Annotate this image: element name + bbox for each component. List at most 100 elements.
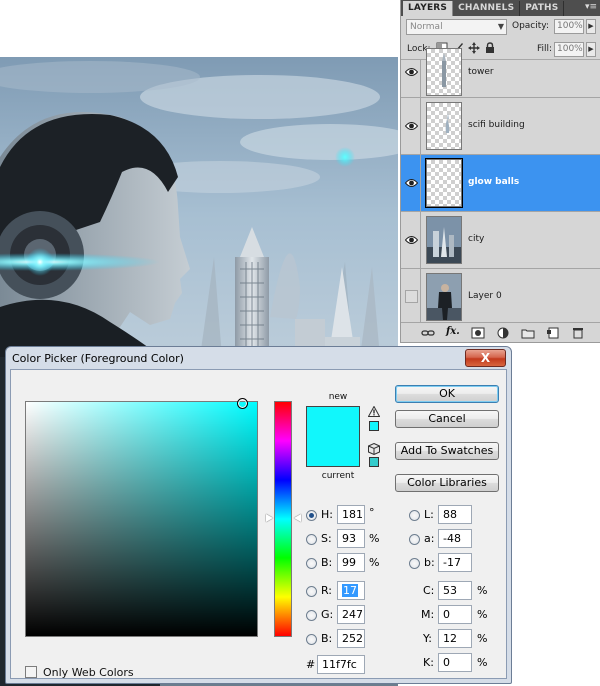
black-label: K: (423, 656, 434, 669)
panel-tab-bar: LAYERS CHANNELS PATHS ▾≡ (401, 0, 600, 16)
lab-b-radio[interactable] (409, 558, 420, 569)
hue-label: H: (321, 508, 333, 521)
red-input-value: 17 (342, 584, 358, 597)
visibility-toggle[interactable] (401, 98, 421, 154)
panel-menu-icon[interactable]: ▾≡ (585, 2, 597, 13)
ok-button[interactable]: OK (395, 385, 499, 403)
hue-slider-strip[interactable] (274, 401, 292, 637)
layers-panel: LAYERS CHANNELS PATHS ▾≡ Normal ▼ Opacit… (400, 0, 600, 343)
new-layer-icon[interactable] (546, 327, 560, 339)
saturation-input[interactable]: 93 (337, 529, 365, 548)
add-to-swatches-button[interactable]: Add To Swatches (395, 442, 499, 460)
only-web-colors-label: Only Web Colors (43, 666, 134, 679)
fx-icon[interactable]: fx. (446, 326, 460, 338)
opacity-slider-arrow-icon[interactable]: ▶ (586, 19, 596, 34)
layer-name: glow balls (468, 177, 520, 187)
magenta-label: M: (421, 608, 435, 621)
eye-icon (405, 236, 418, 244)
layers-panel-footer: fx. (401, 322, 600, 342)
screenshot-stage: LAYERS CHANNELS PATHS ▾≡ Normal ▼ Opacit… (0, 0, 600, 686)
layer-row-layer-0[interactable]: Layer 0 (401, 269, 600, 326)
gamut-color-swatch[interactable] (369, 421, 379, 431)
layer-row-glow-balls[interactable]: glow balls (401, 155, 600, 212)
lab-l-input[interactable]: 88 (438, 505, 472, 524)
current-color-swatch[interactable] (306, 440, 360, 467)
yellow-label: Y: (423, 632, 432, 645)
red-radio[interactable] (306, 586, 317, 597)
layer-name: Layer 0 (468, 291, 502, 301)
saturation-brightness-field[interactable] (25, 398, 258, 637)
group-folder-icon[interactable] (521, 327, 535, 339)
layer-row-city[interactable]: city (401, 212, 600, 269)
opacity-input[interactable]: 100% (554, 19, 584, 34)
fill-label: Fill: (537, 44, 553, 54)
blue-input[interactable]: 252 (337, 629, 365, 648)
cyan-label: C: (423, 584, 435, 597)
trash-icon[interactable] (571, 327, 585, 339)
hex-label: # (306, 658, 316, 671)
mask-icon[interactable] (471, 327, 485, 339)
fill-slider-arrow-icon[interactable]: ▶ (586, 42, 596, 57)
green-label: G: (321, 608, 334, 621)
web-safe-color-swatch[interactable] (369, 457, 379, 467)
saturation-radio[interactable] (306, 534, 317, 545)
hue-slider-right-arrow-icon[interactable] (294, 514, 301, 523)
hue-radio[interactable] (306, 510, 317, 521)
black-input[interactable]: 0 (438, 653, 472, 672)
yellow-input[interactable]: 12 (438, 629, 472, 648)
tab-layers[interactable]: LAYERS (403, 1, 454, 16)
layer-row-tower[interactable]: tower (401, 48, 600, 98)
magenta-input[interactable]: 0 (438, 605, 472, 624)
color-libraries-button[interactable]: Color Libraries (395, 474, 499, 492)
visibility-toggle[interactable] (401, 269, 421, 325)
cyan-input[interactable]: 53 (438, 581, 472, 600)
eye-icon (405, 179, 418, 187)
brightness-unit: % (369, 556, 380, 569)
hue-input[interactable]: 181 (337, 505, 365, 524)
saturation-label: S: (321, 532, 332, 545)
tab-channels[interactable]: CHANNELS (453, 1, 521, 16)
red-input[interactable]: 17 (337, 581, 365, 600)
lab-a-input[interactable]: -48 (438, 529, 472, 548)
hue-slider-left-arrow-icon[interactable] (266, 514, 273, 523)
eye-icon (405, 122, 418, 130)
color-field-cursor[interactable] (236, 398, 248, 410)
layer-row-scifi-building[interactable]: scifi building (401, 98, 600, 155)
lab-a-radio[interactable] (409, 534, 420, 545)
green-radio[interactable] (306, 610, 317, 621)
new-color-swatch (306, 406, 360, 440)
blend-mode-value: Normal (410, 22, 443, 32)
cancel-button[interactable]: Cancel (395, 410, 499, 428)
green-input[interactable]: 247 (337, 605, 365, 624)
hex-input[interactable]: 11f7fc (317, 655, 365, 674)
fill-input[interactable]: 100% (554, 42, 584, 57)
lab-b-input[interactable]: -17 (438, 553, 472, 572)
layer-list: tower scifi building glow balls city Lay… (401, 48, 600, 326)
lab-b-label: b: (424, 556, 435, 569)
layer-name: tower (468, 66, 494, 77)
tab-paths[interactable]: PATHS (520, 1, 565, 16)
close-button[interactable]: X (465, 349, 506, 367)
visibility-toggle[interactable] (401, 212, 421, 268)
current-color-label: current (321, 471, 355, 481)
lab-l-radio[interactable] (409, 510, 420, 521)
web-safe-cube-icon[interactable] (368, 443, 380, 455)
layer-thumbnail (426, 273, 462, 321)
black-unit: % (477, 656, 488, 669)
brightness-input[interactable]: 99 (337, 553, 365, 572)
blend-mode-select[interactable]: Normal ▼ (406, 19, 507, 35)
yellow-unit: % (477, 632, 488, 645)
blue-radio[interactable] (306, 634, 317, 645)
adjustment-icon[interactable] (496, 327, 510, 339)
blend-options-row: Normal ▼ Opacity: 100% ▶ (401, 16, 600, 38)
lock-all-padlock-icon[interactable] (484, 42, 496, 54)
lock-position-move-icon[interactable] (468, 42, 480, 54)
only-web-colors-checkbox[interactable] (25, 666, 37, 678)
saturation-unit: % (369, 532, 380, 545)
visibility-toggle[interactable] (401, 155, 421, 211)
brightness-radio[interactable] (306, 558, 317, 569)
layer-name: scifi building (468, 120, 525, 130)
visibility-toggle[interactable] (401, 60, 421, 97)
out-of-gamut-warning-icon[interactable] (368, 406, 380, 417)
link-icon[interactable] (421, 327, 435, 339)
